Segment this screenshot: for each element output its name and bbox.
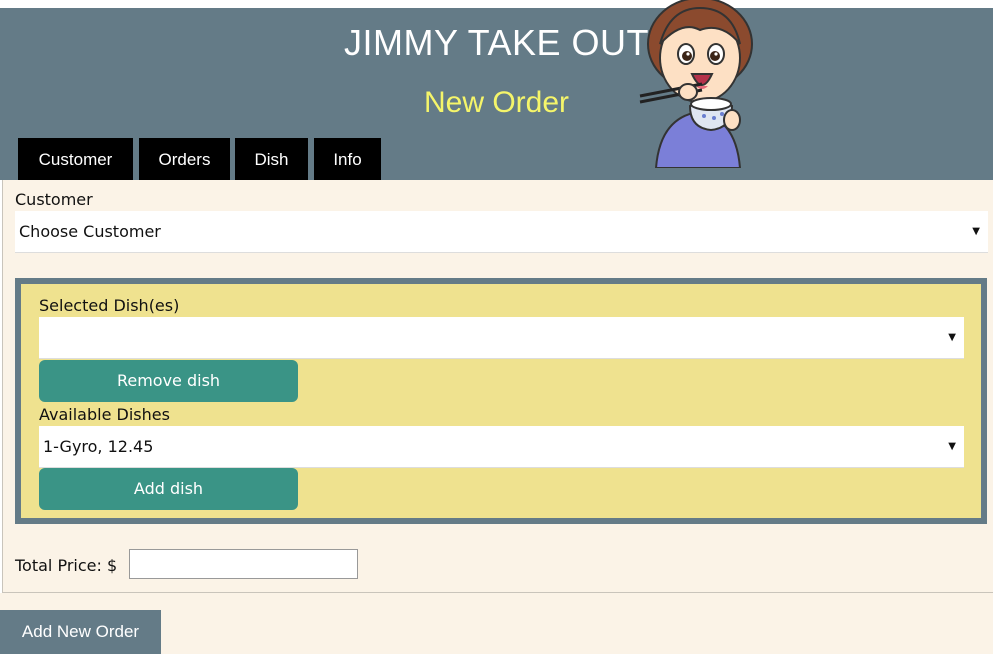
mascot-eating-rice-icon xyxy=(639,0,753,168)
available-dishes-value: 1-Gyro, 12.45 xyxy=(43,437,154,456)
tab-orders[interactable]: Orders xyxy=(139,138,230,180)
total-price-label: Total Price: $ xyxy=(15,556,118,575)
customer-select[interactable]: Choose Customer ▼ xyxy=(15,211,988,253)
selected-dishes-select[interactable]: ▼ xyxy=(39,317,964,359)
app-title: JIMMY TAKE OUT xyxy=(343,22,650,63)
dropdown-arrow-icon: ▼ xyxy=(948,441,956,452)
tab-customer[interactable]: Customer xyxy=(18,138,133,180)
selected-dishes-label: Selected Dish(es) xyxy=(39,296,180,315)
customer-select-value: Choose Customer xyxy=(19,222,161,241)
available-dishes-label: Available Dishes xyxy=(39,405,170,424)
customer-label: Customer xyxy=(15,190,93,209)
add-dish-button[interactable]: Add dish xyxy=(39,468,298,510)
dropdown-arrow-icon: ▼ xyxy=(972,226,980,237)
tab-dish[interactable]: Dish xyxy=(235,138,308,180)
dish-selection-box: Selected Dish(es) ▼ Remove dish Availabl… xyxy=(15,278,987,524)
tab-info[interactable]: Info xyxy=(314,138,381,180)
total-price-input[interactable] xyxy=(129,549,358,579)
available-dishes-select[interactable]: 1-Gyro, 12.45 ▼ xyxy=(39,426,964,468)
page-header: JIMMY TAKE OUT New Order Customer Orders… xyxy=(0,0,993,180)
page-subtitle: New Order xyxy=(423,86,570,119)
add-new-order-button[interactable]: Add New Order xyxy=(0,610,161,654)
remove-dish-button[interactable]: Remove dish xyxy=(39,360,298,402)
order-form-panel: Customer Choose Customer ▼ Selected Dish… xyxy=(2,180,993,593)
dropdown-arrow-icon: ▼ xyxy=(948,332,956,343)
